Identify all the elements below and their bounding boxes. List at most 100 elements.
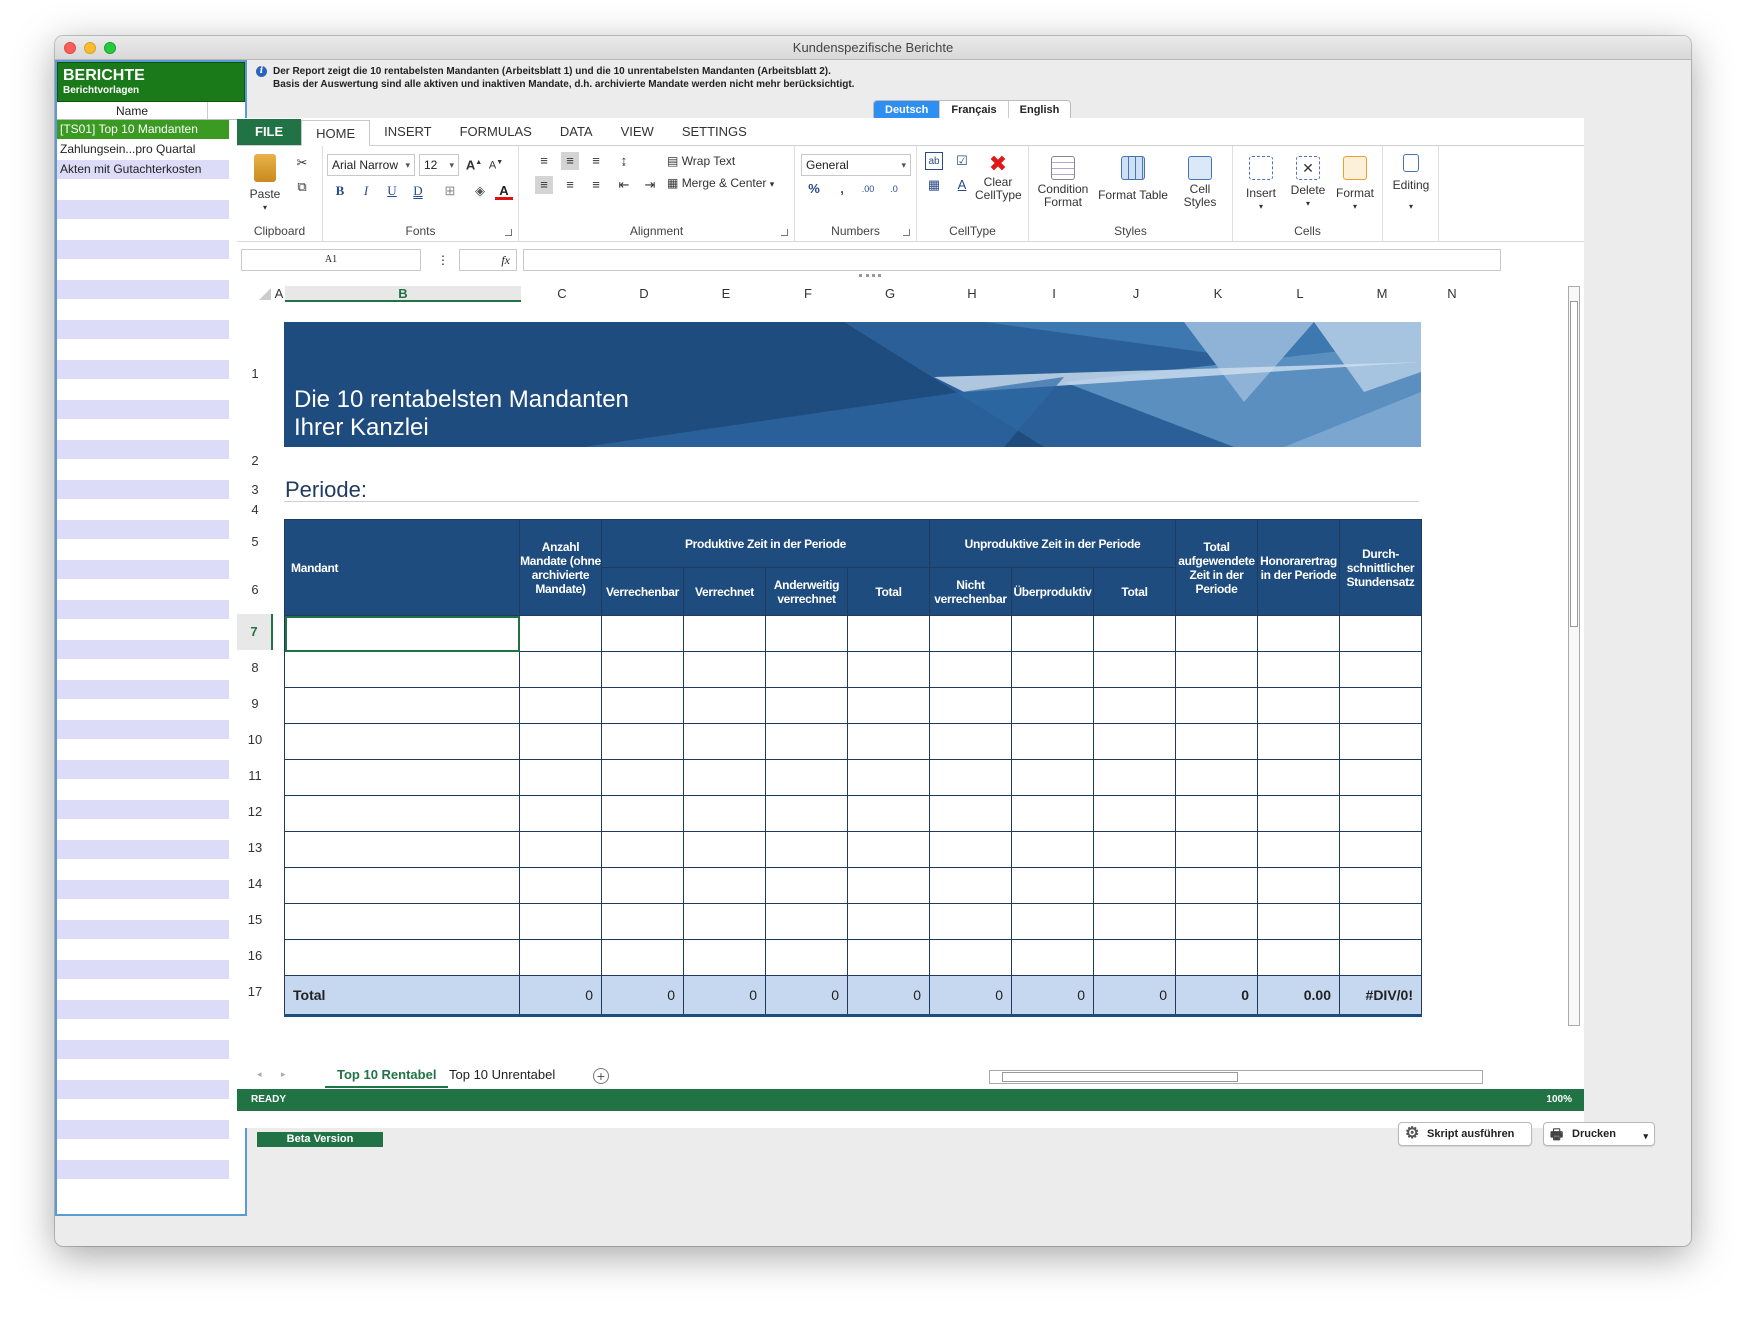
bold-icon[interactable]: B — [331, 182, 349, 200]
table-cell[interactable] — [1339, 759, 1422, 796]
total-cell[interactable]: 0 — [847, 975, 930, 1017]
total-cell[interactable]: 0 — [1011, 975, 1094, 1017]
textbox-celltype-icon[interactable]: ab — [925, 152, 943, 170]
table-cell[interactable] — [1257, 795, 1340, 832]
table-cell[interactable] — [1175, 939, 1258, 976]
table-cell[interactable] — [929, 759, 1012, 796]
table-cell[interactable] — [1093, 723, 1176, 760]
table-cell[interactable] — [929, 903, 1012, 940]
total-label[interactable]: Total — [284, 975, 520, 1017]
align-top-icon[interactable]: ≡ — [535, 152, 553, 170]
clear-celltype-button[interactable]: ✖ Clear CellType — [975, 152, 1022, 202]
row-header[interactable]: 15 — [237, 902, 273, 938]
table-cell[interactable] — [1175, 723, 1258, 760]
table-cell[interactable] — [1339, 723, 1422, 760]
row-header[interactable]: 3 — [237, 478, 273, 502]
delete-cells-button[interactable]: ✕ Delete ▾ — [1285, 156, 1331, 210]
row-header[interactable]: 5 — [237, 518, 273, 566]
total-cell[interactable]: 0 — [929, 975, 1012, 1017]
table-cell[interactable] — [1175, 795, 1258, 832]
tab-view[interactable]: VIEW — [607, 119, 668, 145]
table-cell[interactable] — [929, 795, 1012, 832]
sheet-tab-unrentabel[interactable]: Top 10 Unrentabel — [437, 1064, 567, 1088]
table-cell[interactable] — [847, 615, 930, 652]
table-cell[interactable] — [929, 831, 1012, 868]
percent-icon[interactable]: % — [805, 180, 823, 198]
table-cell[interactable] — [1093, 867, 1176, 904]
table-cell[interactable] — [683, 795, 766, 832]
number-format-select[interactable]: General — [801, 154, 911, 176]
column-header[interactable]: N — [1423, 286, 1481, 302]
table-cell[interactable] — [284, 867, 520, 904]
table-cell[interactable] — [1011, 687, 1094, 724]
table-cell[interactable] — [519, 903, 602, 940]
cell-styles-button[interactable]: Cell Styles — [1175, 156, 1225, 209]
column-header[interactable]: G — [849, 286, 931, 302]
table-cell[interactable] — [601, 903, 684, 940]
double-underline-icon[interactable]: D — [409, 182, 427, 200]
table-cell[interactable] — [847, 723, 930, 760]
row-header[interactable]: 14 — [237, 866, 273, 902]
table-cell[interactable] — [1093, 795, 1176, 832]
total-cell[interactable]: 0 — [765, 975, 848, 1017]
row-header[interactable]: 2 — [237, 444, 273, 478]
table-cell[interactable] — [1011, 651, 1094, 688]
table-cell[interactable] — [1175, 867, 1258, 904]
column-header[interactable]: I — [1013, 286, 1095, 302]
horizontal-scrollbar[interactable] — [989, 1070, 1483, 1084]
row-header[interactable]: 8 — [237, 650, 273, 686]
table-cell[interactable] — [284, 831, 520, 868]
table-cell[interactable] — [1339, 903, 1422, 940]
table-cell[interactable] — [683, 615, 766, 652]
table-cell[interactable] — [683, 759, 766, 796]
table-cell[interactable] — [765, 831, 848, 868]
table-cell[interactable] — [1339, 867, 1422, 904]
zoom-window-button[interactable] — [104, 42, 116, 54]
table-cell[interactable] — [1339, 651, 1422, 688]
table-cell[interactable] — [765, 903, 848, 940]
format-table-button[interactable]: Format Table — [1097, 156, 1169, 202]
row-header[interactable]: 10 — [237, 722, 273, 758]
table-cell[interactable] — [1093, 759, 1176, 796]
wrap-text-button[interactable]: ▤ Wrap Text — [667, 154, 735, 168]
table-cell[interactable] — [683, 903, 766, 940]
table-cell[interactable] — [929, 939, 1012, 976]
table-cell[interactable] — [284, 723, 520, 760]
table-cell[interactable] — [1175, 615, 1258, 652]
report-list-item[interactable]: [TS01] Top 10 Mandanten — [57, 120, 229, 140]
table-cell[interactable] — [519, 939, 602, 976]
row-header[interactable]: 16 — [237, 938, 273, 974]
row-header[interactable]: 6 — [237, 566, 273, 614]
table-cell[interactable] — [519, 831, 602, 868]
table-cell[interactable] — [284, 651, 520, 688]
table-cell[interactable] — [929, 651, 1012, 688]
table-cell[interactable] — [1257, 723, 1340, 760]
table-cell[interactable] — [1339, 939, 1422, 976]
total-cell[interactable]: 0 — [683, 975, 766, 1017]
numbers-dialog-launcher[interactable] — [903, 229, 910, 236]
prev-sheet-icon[interactable]: ◂ — [257, 1069, 262, 1080]
table-cell[interactable] — [847, 831, 930, 868]
table-cell[interactable] — [284, 687, 520, 724]
total-cell[interactable]: 0 — [1093, 975, 1176, 1017]
table-cell[interactable] — [1093, 831, 1176, 868]
underline-icon[interactable]: U — [383, 182, 401, 200]
table-cell[interactable] — [847, 759, 930, 796]
insert-cells-button[interactable]: Insert ▾ — [1239, 156, 1283, 213]
active-cell[interactable] — [284, 615, 520, 652]
table-cell[interactable] — [929, 687, 1012, 724]
more-icon[interactable]: ⋮ — [437, 253, 449, 267]
splitter-handle[interactable] — [859, 274, 881, 277]
table-cell[interactable] — [284, 939, 520, 976]
table-cell[interactable] — [847, 867, 930, 904]
table-cell[interactable] — [1011, 903, 1094, 940]
column-header[interactable]: M — [1341, 286, 1423, 302]
checkbox-celltype-icon[interactable]: ☑ — [953, 152, 971, 170]
condition-format-button[interactable]: Condition Format — [1035, 156, 1091, 209]
table-cell[interactable] — [1175, 759, 1258, 796]
table-cell[interactable] — [683, 831, 766, 868]
table-cell[interactable] — [1093, 615, 1176, 652]
fx-button[interactable]: fx — [459, 249, 517, 271]
fill-color-icon[interactable]: ◈ — [471, 182, 489, 200]
table-cell[interactable] — [601, 759, 684, 796]
